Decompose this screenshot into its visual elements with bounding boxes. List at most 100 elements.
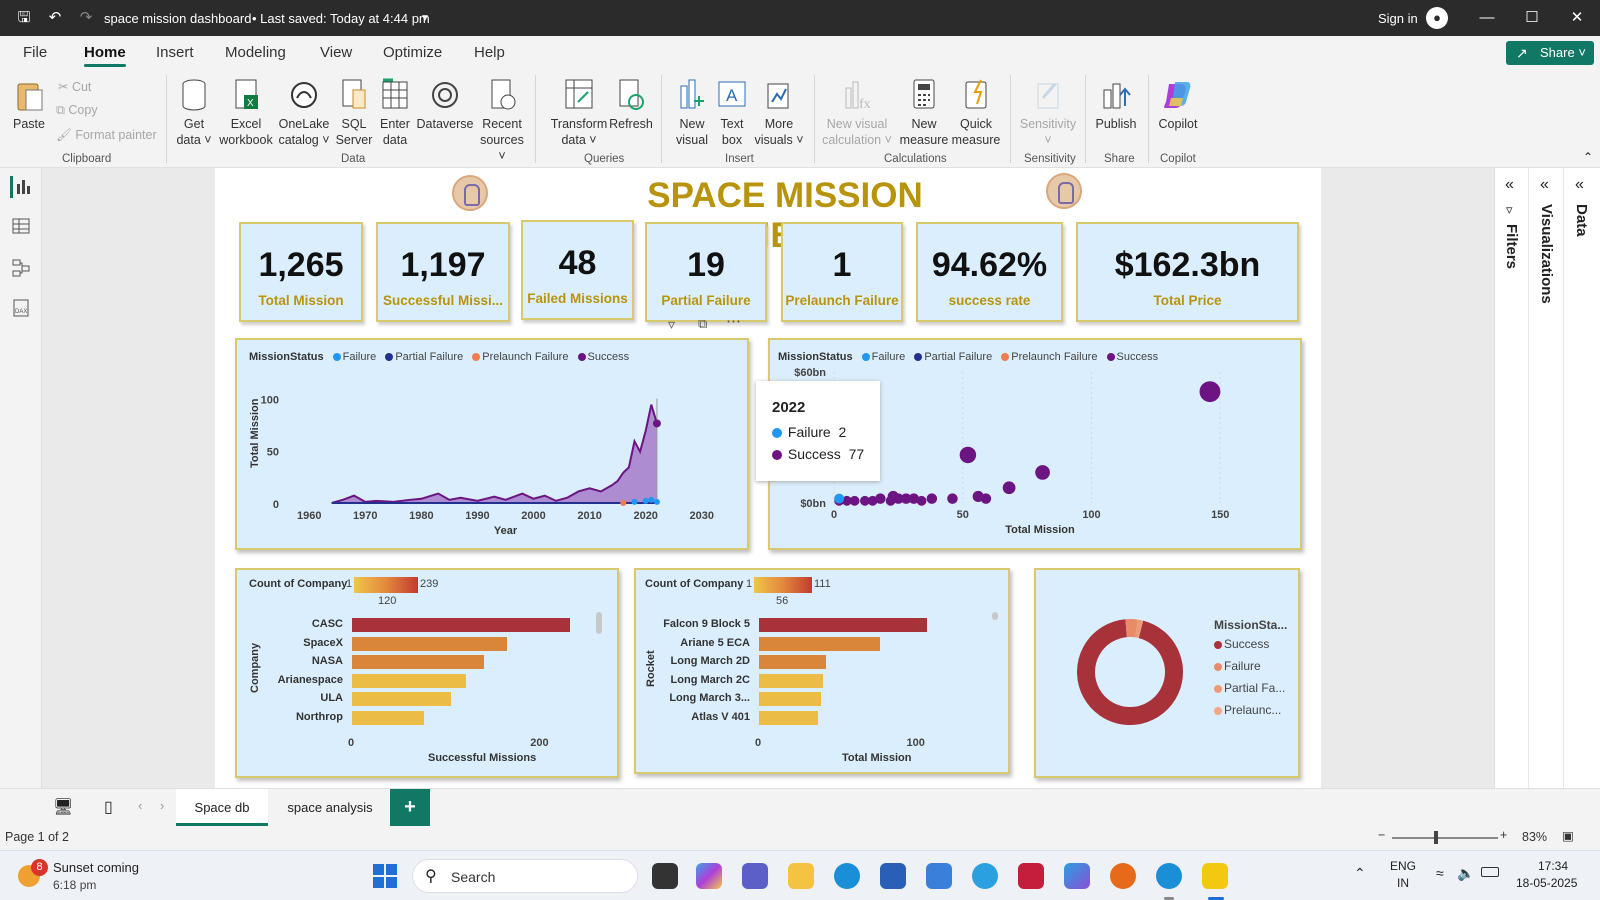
desktop-layout-icon[interactable]: 🖥	[53, 797, 73, 817]
bar[interactable]	[759, 692, 822, 706]
mobile-layout-icon[interactable]: ▯	[104, 797, 113, 817]
account-icon[interactable]: ●	[1426, 7, 1448, 29]
title-dropdown-icon[interactable]: ▼	[420, 13, 430, 24]
file-explorer-icon[interactable]	[788, 863, 814, 889]
collapse-ribbon-icon[interactable]: ⌃	[1583, 150, 1593, 164]
filter-visual-icon[interactable]: ▿	[668, 316, 675, 333]
show-hidden-icons[interactable]: ⌃	[1354, 865, 1366, 882]
app-icon[interactable]	[1156, 863, 1182, 889]
dataverse-button[interactable]: Dataverse	[416, 78, 474, 132]
report-view-icon[interactable]	[10, 176, 32, 198]
visualizations-pane[interactable]: « Visualizations	[1530, 168, 1564, 788]
close-icon[interactable]: ✕	[1567, 8, 1587, 28]
zoom-in-icon[interactable]: +	[1500, 828, 1507, 842]
area-chart[interactable]: 1960 1970 1980 1990 2000 2010 2020 2030 0 50 100 Ye…	[235, 338, 749, 550]
get-data-button[interactable]: Get data ˅	[172, 78, 216, 148]
clock-time[interactable]: 17:34	[1538, 859, 1568, 873]
undo-icon[interactable]: ↶	[45, 8, 65, 28]
more-visuals-button[interactable]: More visuals ˅	[754, 78, 804, 148]
sensitivity-button[interactable]: Sensitivity ˅	[1016, 78, 1080, 148]
sql-server-button[interactable]: SQL Server	[334, 78, 374, 148]
add-page-button[interactable]: +	[390, 789, 430, 826]
kpi-success-rate[interactable]: 94.62% success rate	[916, 222, 1063, 322]
language-region[interactable]: IN	[1397, 876, 1409, 890]
menu-help[interactable]: Help	[474, 44, 505, 61]
model-view-icon[interactable]	[11, 258, 31, 281]
teams-icon[interactable]	[742, 863, 768, 889]
refresh-button[interactable]: Refresh	[608, 78, 654, 132]
share-button[interactable]: ↗ Share ˅	[1506, 41, 1594, 65]
bar[interactable]	[759, 655, 826, 669]
new-visual-calculation-button[interactable]: fx New visual calculation ˅	[822, 78, 892, 148]
sign-in-link[interactable]: Sign in	[1378, 11, 1418, 26]
excel-workbook-button[interactable]: X Excel workbook	[217, 78, 275, 148]
windows-start-icon[interactable]	[372, 863, 398, 889]
kpi-prelaunch-failure[interactable]: 1 Prelaunch Failure	[781, 222, 903, 322]
bar[interactable]	[352, 636, 507, 651]
tab-space-analysis[interactable]: space analysis	[272, 789, 388, 826]
kpi-total-price[interactable]: $162.3bn Total Price	[1076, 222, 1299, 322]
store-icon[interactable]	[880, 863, 906, 889]
menu-optimize[interactable]: Optimize	[383, 44, 442, 61]
expand-filters-icon[interactable]: «	[1505, 176, 1514, 194]
format-painter-button[interactable]: 🖌 Format painter	[56, 128, 157, 143]
kpi-failed-missions[interactable]: 48 Failed Missions	[521, 220, 634, 320]
maximize-icon[interactable]: ☐	[1522, 8, 1542, 28]
copy-button[interactable]: ⧉ Copy	[56, 103, 98, 118]
bar[interactable]	[759, 618, 928, 632]
battery-icon[interactable]	[1481, 867, 1499, 877]
taskbar-search-input[interactable]: ⚲ Search	[412, 859, 638, 893]
zoom-slider[interactable]	[1392, 837, 1498, 839]
scrollbar[interactable]	[992, 612, 998, 620]
zoom-out-icon[interactable]: −	[1378, 828, 1385, 842]
quick-measure-button[interactable]: Quick measure	[951, 78, 1001, 148]
minimize-icon[interactable]: —	[1477, 8, 1497, 28]
fit-to-page-icon[interactable]: ▣	[1562, 828, 1574, 843]
copilot-app-icon[interactable]	[696, 863, 722, 889]
bar[interactable]	[352, 710, 424, 725]
myhp-icon[interactable]	[926, 863, 952, 889]
bar[interactable]	[352, 618, 570, 632]
kpi-partial-failure[interactable]: 19 Partial Failure	[645, 222, 767, 322]
bar[interactable]	[352, 692, 452, 706]
next-page-icon[interactable]: ›	[160, 798, 164, 813]
rocket-bar-chart-card[interactable]	[634, 568, 1010, 774]
paste-button[interactable]: Paste	[10, 78, 48, 132]
onelake-catalog-button[interactable]: OneLake catalog ˅	[278, 78, 330, 148]
power-bi-icon[interactable]	[1202, 863, 1228, 889]
menu-insert[interactable]: Insert	[156, 44, 194, 61]
menu-view[interactable]: View	[320, 44, 352, 61]
bar[interactable]	[759, 636, 881, 651]
scrollbar[interactable]	[596, 612, 602, 634]
volume-icon[interactable]: 🔈	[1457, 865, 1474, 882]
mcafee-icon[interactable]	[1018, 863, 1044, 889]
language-en[interactable]: ENG	[1390, 859, 1416, 873]
tab-space-db[interactable]: Space db	[176, 789, 268, 826]
edge-icon[interactable]	[834, 863, 860, 889]
more-options-icon[interactable]: ⋯	[726, 312, 741, 330]
enter-data-button[interactable]: Enter data	[376, 78, 414, 148]
zoom-slider-thumb[interactable]	[1433, 831, 1438, 844]
save-icon[interactable]: 🖫	[14, 8, 34, 28]
focus-mode-icon[interactable]: ⧉	[698, 316, 707, 332]
clock-date[interactable]: 18-05-2025	[1516, 876, 1577, 890]
prev-page-icon[interactable]: ‹	[138, 798, 142, 813]
menu-file[interactable]: File	[23, 44, 47, 61]
recent-sources-button[interactable]: Recent sources ˅	[475, 78, 529, 164]
kpi-total-mission[interactable]: 1,265 Total Mission	[239, 222, 363, 322]
new-visual-button[interactable]: New visual	[672, 78, 712, 148]
publish-button[interactable]: Publish	[1090, 78, 1142, 132]
new-measure-button[interactable]: New measure	[899, 78, 949, 148]
menu-home[interactable]: Home	[84, 44, 126, 67]
bar[interactable]	[759, 673, 823, 688]
copilot-button[interactable]: Copilot	[1152, 78, 1204, 132]
wifi-icon[interactable]: ≈	[1436, 865, 1444, 881]
menu-modeling[interactable]: Modeling	[225, 44, 286, 61]
app-icon[interactable]	[972, 863, 998, 889]
text-box-button[interactable]: A Text box	[714, 78, 750, 148]
task-view-icon[interactable]	[652, 863, 678, 889]
table-view-icon[interactable]	[11, 216, 31, 239]
cut-button[interactable]: ✂ Cut	[58, 79, 91, 94]
filters-pane[interactable]: « ▿ Filters	[1495, 168, 1529, 788]
data-pane[interactable]: « Data	[1565, 168, 1599, 788]
